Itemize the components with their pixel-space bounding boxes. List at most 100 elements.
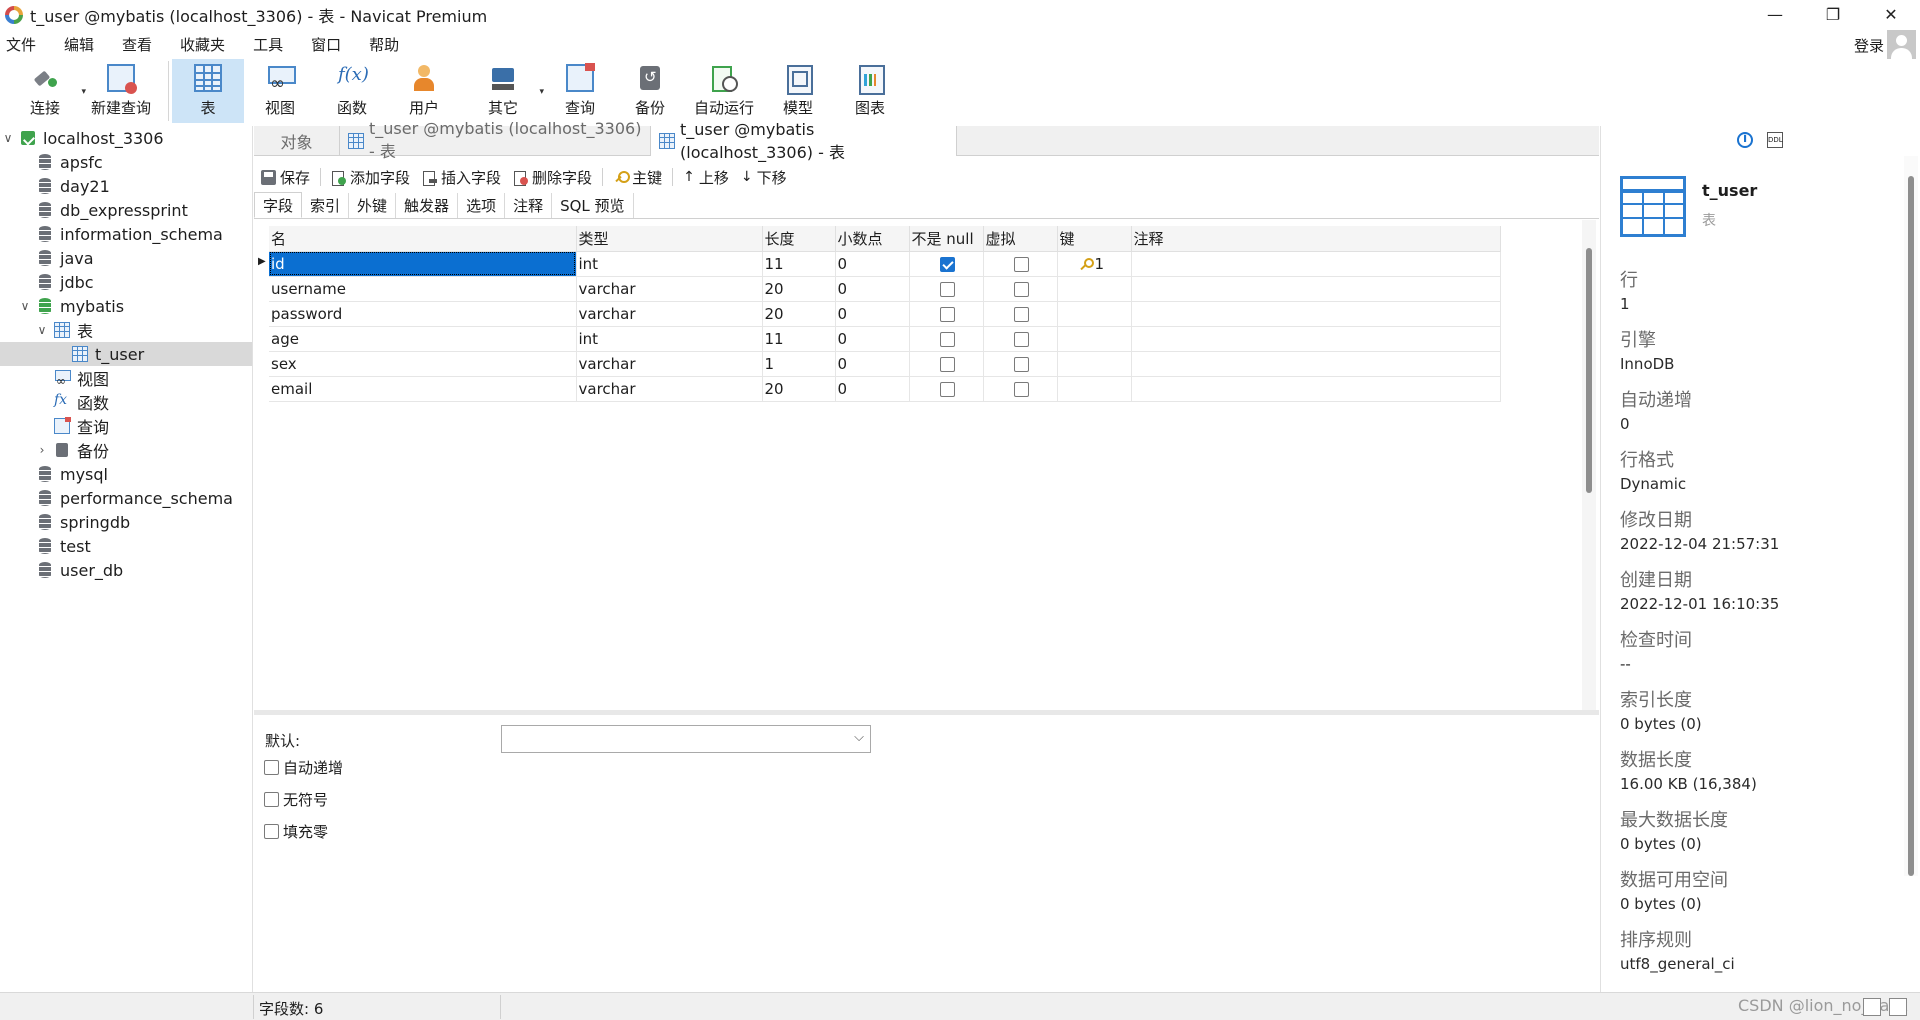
key-cell[interactable] [1057,376,1132,402]
table-row[interactable]: age int 11 0 [269,326,1501,352]
comment-cell[interactable] [1131,251,1501,277]
field-type-cell[interactable]: int [576,251,763,277]
auto-increment-checkbox[interactable] [264,760,279,775]
column-header-comment[interactable]: 注释 [1131,226,1501,252]
chevron-down-icon[interactable]: ▾ [539,87,544,97]
grid-view-icon[interactable] [1863,998,1881,1016]
field-decimals-cell[interactable]: 0 [835,301,910,327]
menu-file[interactable]: 文件 [0,34,43,55]
unsigned-option[interactable]: 无符号 [264,789,328,810]
insert-field-button[interactable]: 插入字段 [416,164,507,190]
comment-cell[interactable] [1131,276,1501,302]
tab-foreign-keys[interactable]: 外键 [349,193,397,218]
move-down-button[interactable]: ↓ 下移 [735,164,793,190]
close-button[interactable]: ✕ [1862,0,1920,29]
auto-increment-option[interactable]: 自动递增 [264,757,343,778]
not-null-checkbox[interactable] [939,331,955,347]
table-row[interactable]: email varchar 20 0 [269,376,1501,402]
tab-triggers[interactable]: 触发器 [396,193,459,218]
tab-objects[interactable]: 对象 [254,126,340,155]
default-value-select[interactable]: ⌵ [501,725,871,753]
tab-options[interactable]: 选项 [458,193,506,218]
menu-tools[interactable]: 工具 [246,34,290,55]
not-null-checkbox[interactable] [939,281,955,297]
tree-item-performance-schema[interactable]: performance_schema [0,486,252,510]
key-cell[interactable] [1057,326,1132,352]
column-header-virtual[interactable]: 虚拟 [983,226,1058,252]
comment-cell[interactable] [1131,326,1501,352]
not-null-checkbox[interactable] [939,381,955,397]
field-decimals-cell[interactable]: 0 [835,276,910,302]
not-null-checkbox[interactable] [939,356,955,372]
field-length-cell[interactable]: 11 [762,326,836,352]
move-up-button[interactable]: ↑ 上移 [677,164,735,190]
field-decimals-cell[interactable]: 0 [835,376,910,402]
field-name-cell[interactable]: id [269,251,577,277]
field-type-cell[interactable]: varchar [576,301,763,327]
virtual-checkbox[interactable] [1013,381,1029,397]
tree-item-backups[interactable]: › 备份 [0,438,252,462]
field-length-cell[interactable]: 20 [762,301,836,327]
function-button[interactable]: 函数 [316,59,388,123]
menu-edit[interactable]: 编辑 [57,34,101,55]
tree-item-springdb[interactable]: springdb [0,510,252,534]
grid-scrollbar[interactable] [1582,220,1596,710]
new-query-button[interactable]: 新建查询 [88,59,154,123]
virtual-checkbox[interactable] [1013,306,1029,322]
virtual-checkbox[interactable] [1013,331,1029,347]
primary-key-button[interactable]: 主键 [607,164,668,190]
column-header-not-null[interactable]: 不是 null [909,226,984,252]
not-null-checkbox[interactable] [939,306,955,322]
tab-sql-preview[interactable]: SQL 预览 [552,193,634,218]
model-button[interactable]: 模型 [762,59,834,123]
field-name-cell[interactable]: email [269,376,577,402]
tab-fields[interactable]: 字段 [254,192,303,218]
restore-button[interactable]: ❐ [1804,0,1862,29]
field-type-cell[interactable]: int [576,326,763,352]
tree-item-information-schema[interactable]: information_schema [0,222,252,246]
chevron-down-icon[interactable]: ⌵ [854,730,864,745]
info-icon[interactable] [1737,131,1753,148]
virtual-checkbox[interactable] [1013,256,1029,272]
tree-item-jdbc[interactable]: jdbc [0,270,252,294]
chart-button[interactable]: 图表 [834,59,906,123]
tab-comment[interactable]: 注释 [505,193,553,218]
field-length-cell[interactable]: 20 [762,276,836,302]
info-panel-scrollbar[interactable] [1904,156,1918,876]
tab-t-user-2[interactable]: t_user @mybatis (localhost_3306) - 表 [651,120,957,162]
add-field-button[interactable]: 添加字段 [325,164,416,190]
other-button[interactable]: 其它 ▾ [460,59,546,123]
table-button[interactable]: 表 [172,59,244,123]
chevron-right-icon[interactable]: › [36,443,48,457]
table-row[interactable]: id int 11 0 1 [269,251,1501,277]
field-name-cell[interactable]: password [269,301,577,327]
save-button[interactable]: 保存 [254,164,316,190]
table-row[interactable]: sex varchar 1 0 [269,351,1501,377]
user-button[interactable]: 用户 [388,59,460,123]
tree-item-queries[interactable]: 查询 [0,414,252,438]
table-row[interactable]: password varchar 20 0 [269,301,1501,327]
chevron-down-icon[interactable]: ∨ [2,131,14,145]
tree-item-day21[interactable]: day21 [0,174,252,198]
tree-item-user-db[interactable]: user_db [0,558,252,582]
tree-item-functions[interactable]: 函数 [0,390,252,414]
table-row[interactable]: username varchar 20 0 [269,276,1501,302]
zerofill-checkbox[interactable] [264,824,279,839]
tree-item-test[interactable]: test [0,534,252,558]
column-header-length[interactable]: 长度 [762,226,836,252]
column-header-type[interactable]: 类型 [576,226,763,252]
comment-cell[interactable] [1131,376,1501,402]
tree-item-t-user[interactable]: t_user [0,342,252,366]
tree-item-tables[interactable]: ∨ 表 [0,318,252,342]
key-cell[interactable] [1057,301,1132,327]
menu-help[interactable]: 帮助 [362,34,406,55]
key-cell[interactable] [1057,351,1132,377]
tree-item-views[interactable]: 视图 [0,366,252,390]
delete-field-button[interactable]: 删除字段 [507,164,598,190]
field-name-cell[interactable]: age [269,326,577,352]
menu-view[interactable]: 查看 [115,34,159,55]
form-view-icon[interactable] [1889,998,1907,1016]
virtual-checkbox[interactable] [1013,356,1029,372]
field-length-cell[interactable]: 11 [762,251,836,277]
auto-run-button[interactable]: 自动运行 [686,59,762,123]
